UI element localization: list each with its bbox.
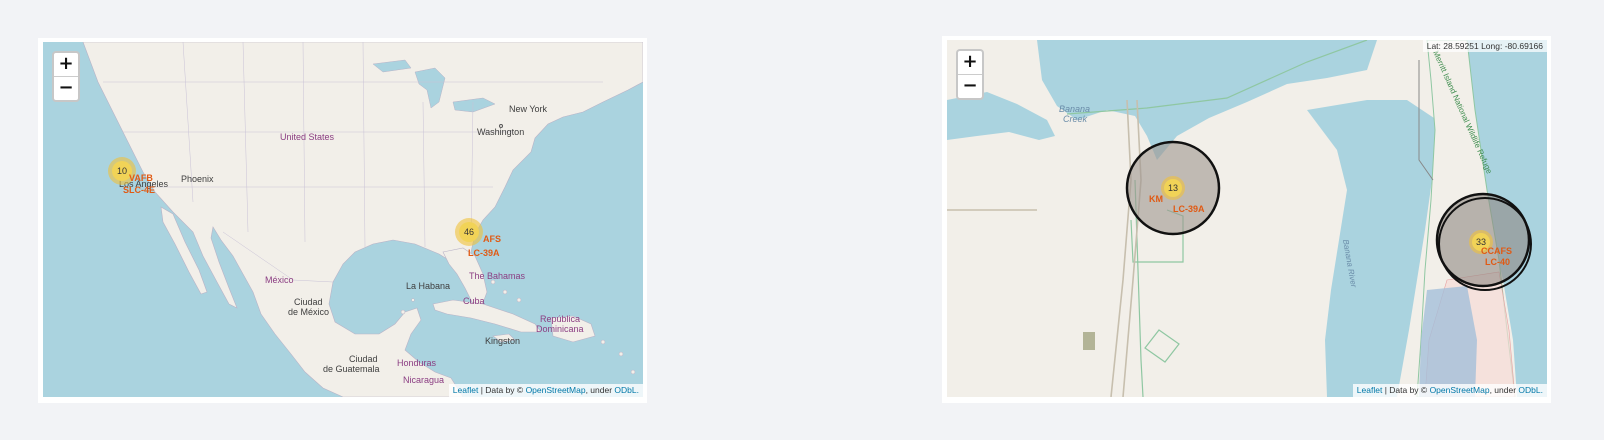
place-honduras: Honduras <box>397 358 437 368</box>
map-attribution: Leaflet | Data by © OpenStreetMap, under… <box>1352 384 1547 397</box>
place-ciudad-de-mexico-line1: Ciudad <box>294 297 323 307</box>
openstreetmap-link[interactable]: OpenStreetMap <box>526 385 586 395</box>
overview-map[interactable]: New York Washington United States Phoeni… <box>43 42 643 397</box>
place-banana-creek-line2: Creek <box>1063 114 1088 124</box>
place-nicaragua: Nicaragua <box>403 375 444 385</box>
zoom-control: + − <box>52 51 80 102</box>
site-label-lc-40: LC-40 <box>1485 257 1510 267</box>
place-kingston: Kingston <box>485 336 520 346</box>
zoom-in-button[interactable]: + <box>958 51 982 74</box>
place-republica-dominicana-line1: República <box>540 314 580 324</box>
odbl-link[interactable]: ODbL. <box>1518 385 1543 395</box>
site-label-vafb: VAFB <box>129 173 153 183</box>
place-phoenix: Phoenix <box>181 174 214 184</box>
cluster-count: 13 <box>1168 183 1178 193</box>
mouse-position-readout: Lat: 28.59251 Long: -80.69166 <box>1422 40 1547 52</box>
openstreetmap-link[interactable]: OpenStreetMap <box>1430 385 1490 395</box>
detail-map-tiles: Banana Creek Merritt Island National Wil… <box>947 40 1547 397</box>
place-mexico: México <box>265 275 294 285</box>
place-ciudad-de-mexico-line2: de México <box>288 307 329 317</box>
map-attribution: Leaflet | Data by © OpenStreetMap, under… <box>448 384 643 397</box>
place-la-habana: La Habana <box>406 281 450 291</box>
cluster-marker-florida[interactable]: 46 <box>455 218 483 246</box>
zoom-out-button[interactable]: − <box>54 76 78 100</box>
place-cuba: Cuba <box>463 296 485 306</box>
site-label-ccafs: CCAFS <box>1481 246 1512 256</box>
launch-sites-overview-map-card: New York Washington United States Phoeni… <box>38 38 647 403</box>
attribution-under: , under <box>585 385 613 395</box>
zoom-out-button[interactable]: − <box>958 74 982 98</box>
site-label-afs: AFS <box>483 234 501 244</box>
cluster-count: 10 <box>117 166 127 176</box>
launch-sites-detail-map-card: Banana Creek Merritt Island National Wil… <box>942 36 1551 403</box>
cluster-count: 46 <box>464 227 474 237</box>
site-label-lc-39a: LC-39A <box>1173 204 1205 214</box>
place-banana-creek-line1: Banana <box>1059 104 1090 114</box>
site-label-lc-39a: LC-39A <box>468 248 500 258</box>
overview-map-tiles: New York Washington United States Phoeni… <box>43 42 643 397</box>
place-new-york: New York <box>509 104 548 114</box>
leaflet-link[interactable]: Leaflet <box>453 385 479 395</box>
detail-map[interactable]: Banana Creek Merritt Island National Wil… <box>947 40 1547 397</box>
place-united-states: United States <box>280 132 335 142</box>
place-the-bahamas: The Bahamas <box>469 271 526 281</box>
zoom-control: + − <box>956 49 984 100</box>
attribution-data-by: | Data by © <box>480 385 524 395</box>
lagoon <box>1419 286 1477 397</box>
place-ciudad-de-guatemala-line2: de Guatemala <box>323 364 380 374</box>
site-label-km: KM <box>1149 194 1163 204</box>
leaflet-link[interactable]: Leaflet <box>1357 385 1383 395</box>
place-washington: Washington <box>477 127 524 137</box>
cluster-marker-ksc[interactable]: 13 <box>1125 140 1221 236</box>
site-label-slc-4e: SLC-4E <box>123 185 155 195</box>
place-republica-dominicana-line2: Dominicana <box>536 324 584 334</box>
odbl-link[interactable]: ODbL. <box>614 385 639 395</box>
building <box>1083 332 1095 350</box>
attribution-under: , under <box>1489 385 1517 395</box>
attribution-data-by: | Data by © <box>1384 385 1428 395</box>
zoom-in-button[interactable]: + <box>54 53 78 76</box>
place-ciudad-de-guatemala-line1: Ciudad <box>349 354 378 364</box>
